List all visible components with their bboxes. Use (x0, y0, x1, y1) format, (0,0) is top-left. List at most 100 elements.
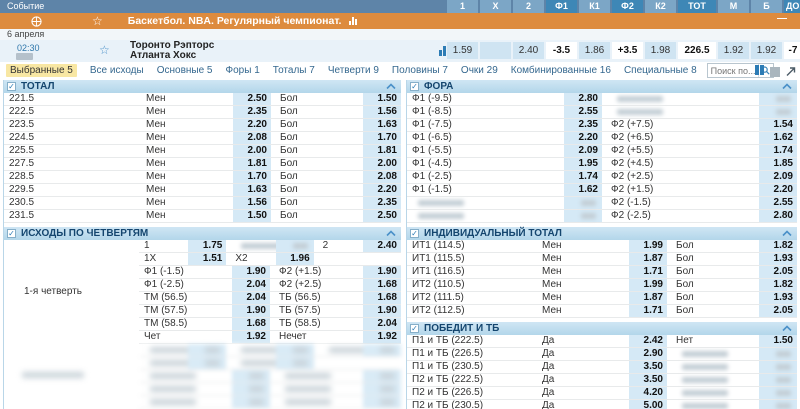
odds-button[interactable]: 1.62 (759, 132, 797, 144)
odds-button[interactable]: 2.55 (564, 106, 602, 118)
odds-button[interactable]: 2.50 (233, 93, 271, 105)
section-checkbox[interactable]: ✓ (410, 229, 419, 238)
match-odds-К1[interactable]: 1.86 (579, 42, 610, 59)
odds-button[interactable]: 1.82 (759, 279, 797, 291)
odds-button[interactable]: 2.08 (233, 132, 271, 144)
odds-button[interactable]: 2.05 (759, 266, 797, 278)
match-odds-Ф2[interactable]: +3.5 (612, 42, 643, 59)
odds-button[interactable]: 1.90 (232, 305, 270, 317)
odds-button[interactable]: 1.75 (188, 240, 227, 252)
odds-button[interactable]: 2.20 (759, 184, 797, 196)
odds-button[interactable]: 2.20 (564, 132, 602, 144)
odds-button[interactable]: 1.90 (363, 305, 401, 317)
odds-button[interactable]: 1.50 (233, 210, 271, 222)
odds-button[interactable]: 2.08 (363, 171, 401, 183)
two-column-view-icon[interactable] (755, 65, 765, 78)
odds-button[interactable]: 1.95 (564, 158, 602, 170)
odds-button[interactable]: 2.05 (759, 305, 797, 317)
odds-button[interactable]: 1.93 (759, 253, 797, 265)
odds-button[interactable]: 3.50 (629, 361, 667, 373)
odds-button[interactable]: 1.68 (363, 279, 401, 291)
odds-button[interactable]: 2.20 (363, 184, 401, 196)
tab-7[interactable]: Очки 29 (461, 65, 498, 76)
odds-button[interactable]: 1.63 (233, 184, 271, 196)
section-checkbox[interactable]: ✓ (7, 82, 16, 91)
tab-9[interactable]: Специальные 8 (624, 65, 697, 76)
odds-button[interactable]: 1.50 (363, 93, 401, 105)
odds-button[interactable]: 2.00 (233, 145, 271, 157)
odds-button[interactable]: 2.04 (232, 279, 270, 291)
odds-button[interactable]: 1.71 (629, 266, 667, 278)
match-odds-Б[interactable]: 1.92 (751, 42, 782, 59)
odds-button[interactable]: 2.35 (233, 106, 271, 118)
odds-button[interactable]: 1.99 (629, 240, 667, 252)
odds-button[interactable]: 2.80 (564, 93, 602, 105)
tab-4[interactable]: Тоталы 7 (273, 65, 315, 76)
collapse-league-icon[interactable]: — (777, 13, 787, 24)
favorite-match-star-icon[interactable]: ☆ (99, 43, 110, 57)
odds-button[interactable]: 2.35 (564, 119, 602, 131)
odds-button[interactable]: 1.92 (363, 331, 401, 343)
odds-button[interactable]: 2.80 (759, 210, 797, 222)
odds-button[interactable]: 1.71 (629, 305, 667, 317)
tab-3[interactable]: Форы 1 (226, 65, 260, 76)
tab-0[interactable]: Выбранные 5 (6, 64, 77, 77)
odds-button[interactable]: 1.92 (232, 331, 270, 343)
odds-button[interactable]: 1.87 (629, 292, 667, 304)
odds-button[interactable]: 1.81 (363, 145, 401, 157)
odds-button[interactable]: 1.74 (564, 171, 602, 183)
odds-button[interactable]: 2.90 (629, 348, 667, 360)
odds-button[interactable]: 1.87 (629, 253, 667, 265)
collapse-section-icon[interactable] (386, 229, 396, 238)
one-column-view-icon[interactable] (770, 66, 780, 77)
odds-button[interactable]: 1.70 (363, 132, 401, 144)
odds-button[interactable]: 4.20 (629, 387, 667, 399)
odds-button[interactable]: 1.68 (363, 292, 401, 304)
odds-button[interactable]: 2.42 (629, 335, 667, 347)
collapse-section-icon[interactable] (782, 324, 792, 333)
odds-button[interactable]: 1.90 (363, 266, 401, 278)
tab-6[interactable]: Половины 7 (392, 65, 448, 76)
collapse-section-icon[interactable] (386, 82, 396, 91)
odds-button[interactable]: 1.81 (233, 158, 271, 170)
odds-button[interactable]: 1.70 (233, 171, 271, 183)
odds-button[interactable]: 1.99 (629, 279, 667, 291)
match-odds-X[interactable] (480, 42, 511, 59)
match-odds-М[interactable]: 1.92 (718, 42, 749, 59)
collapse-section-icon[interactable] (782, 229, 792, 238)
odds-button[interactable]: 2.09 (564, 145, 602, 157)
odds-button[interactable]: 1.56 (363, 106, 401, 118)
odds-button[interactable]: 2.04 (363, 318, 401, 330)
tab-5[interactable]: Четверти 9 (328, 65, 379, 76)
odds-button[interactable]: 1.85 (759, 158, 797, 170)
tab-1[interactable]: Все исходы (90, 65, 144, 76)
section-checkbox[interactable]: ✓ (410, 324, 419, 333)
search-input[interactable] (707, 65, 758, 76)
odds-button[interactable]: 1.93 (759, 292, 797, 304)
match-odds-К2[interactable]: 1.98 (645, 42, 676, 59)
odds-button[interactable]: 1.96 (275, 253, 314, 265)
tab-8[interactable]: Комбинированные 16 (511, 65, 611, 76)
odds-button[interactable]: 1.82 (759, 240, 797, 252)
match-odds-Ф1[interactable]: -3.5 (546, 42, 577, 59)
collapse-section-icon[interactable] (782, 82, 792, 91)
odds-button[interactable]: 1.68 (232, 318, 270, 330)
odds-button[interactable]: 1.63 (363, 119, 401, 131)
odds-button[interactable]: 1.51 (188, 253, 227, 265)
odds-button[interactable]: 1.62 (564, 184, 602, 196)
odds-button[interactable]: 2.55 (759, 197, 797, 209)
tab-2[interactable]: Основные 5 (157, 65, 213, 76)
odds-button[interactable]: 1.54 (759, 119, 797, 131)
favorite-league-star-icon[interactable]: ☆ (92, 15, 103, 27)
odds-button[interactable]: 1.56 (233, 197, 271, 209)
odds-button[interactable]: 2.09 (759, 171, 797, 183)
odds-button[interactable]: 1.74 (759, 145, 797, 157)
collapse-all-icon[interactable] (785, 66, 796, 77)
odds-button[interactable]: 1.50 (759, 335, 797, 347)
match-odds-1[interactable]: 1.59 (447, 42, 478, 59)
section-checkbox[interactable]: ✓ (410, 82, 419, 91)
match-odds-2[interactable]: 2.40 (513, 42, 544, 59)
odds-button[interactable]: 2.20 (233, 119, 271, 131)
odds-button[interactable]: 2.50 (363, 210, 401, 222)
section-checkbox[interactable]: ✓ (7, 229, 16, 238)
